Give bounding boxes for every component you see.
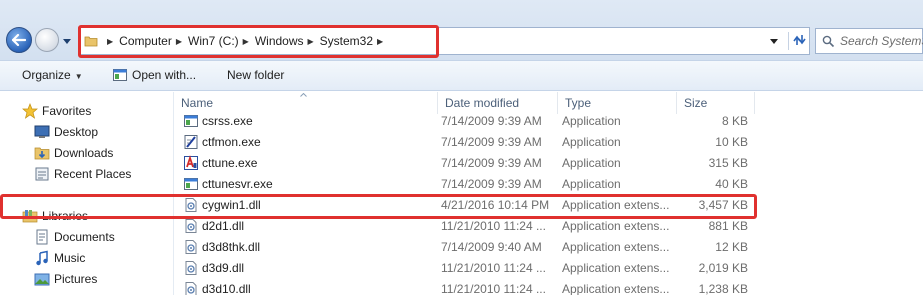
organize-button[interactable]: Organize ▼ [22,68,83,82]
file-type: Application [562,177,621,191]
ctfmon-icon [184,135,198,149]
file-type: Application extens... [562,240,670,254]
application-window-icon [113,69,127,81]
file-type: Application [562,156,621,170]
dll-icon [185,240,197,254]
organize-label: Organize [22,68,71,82]
column-header-label: Size [684,96,708,110]
column-header-label: Date modified [445,96,520,110]
address-highlight-annotation [78,25,439,58]
file-row[interactable]: d3d9.dll 11/21/2010 11:24 ... Applicatio… [174,258,755,279]
nav-item-label: Pictures [54,272,98,286]
nav-item-music[interactable]: Music [34,249,85,267]
address-bar-row: ▶ Computer ▶ Win7 (C:) ▶ Windows ▶ Syste… [0,0,923,60]
refresh-icon [793,35,806,45]
nav-item-pictures[interactable]: Pictures [34,270,97,288]
chevron-down-icon: ▼ [74,72,83,81]
file-size: 8 KB [721,114,748,128]
file-name: cttune.exe [202,156,258,170]
star-icon [22,103,38,119]
nav-item-label: Downloads [54,146,114,160]
documents-icon [36,229,48,245]
nav-item-desktop[interactable]: Desktop [34,123,98,141]
search-input[interactable] [840,32,923,50]
file-type: Application extens... [562,282,670,295]
nav-item-label: Recent Places [54,167,132,181]
file-name: cttunesvr.exe [202,177,273,191]
new-folder-label: New folder [227,68,285,82]
nav-item-downloads[interactable]: Downloads [34,144,113,162]
open-with-label: Open with... [132,68,197,82]
sort-ascending-icon [300,93,307,97]
dll-icon [185,282,197,295]
file-name: ctfmon.exe [202,135,261,149]
search-box[interactable] [815,28,923,54]
file-row[interactable]: cttunesvr.exe 7/14/2009 9:39 AM Applicat… [174,174,755,195]
open-with-button[interactable]: Open with... [113,68,196,82]
file-row[interactable]: d3d10.dll 11/21/2010 11:24 ... Applicati… [174,279,755,295]
search-icon [822,35,835,48]
nav-favorites-label: Favorites [42,104,92,118]
recent-pages-dropdown-icon[interactable] [62,36,72,46]
desktop-icon [34,125,50,138]
back-button[interactable] [6,27,32,53]
file-date: 7/14/2009 9:39 AM [441,156,542,170]
nav-item-recent-places[interactable]: Recent Places [34,165,131,183]
dll-icon [185,219,197,233]
file-date: 11/21/2010 11:24 ... [441,261,546,275]
file-date: 7/14/2009 9:39 AM [441,177,542,191]
file-name: d2d1.dll [202,219,245,233]
new-folder-button[interactable]: New folder [227,68,284,82]
file-date: 7/14/2009 9:40 AM [441,240,542,254]
column-header-label: Type [565,96,592,110]
file-size: 881 KB [708,219,748,233]
file-size: 315 KB [708,156,748,170]
downloads-icon [34,147,50,160]
recent-places-icon [35,167,49,181]
file-name: d3d10.dll [202,282,251,295]
file-row[interactable]: d2d1.dll 11/21/2010 11:24 ... Applicatio… [174,216,755,237]
exe-icon [184,178,198,190]
file-type: Application [562,114,621,128]
command-toolbar: Organize ▼ Open with... New folder [0,60,923,91]
file-size: 12 KB [715,240,748,254]
refresh-button[interactable] [788,32,806,50]
music-icon [36,250,48,266]
file-size: 40 KB [715,177,748,191]
file-name: d3d8thk.dll [202,240,261,254]
file-name: csrss.exe [202,114,253,128]
file-type: Application [562,135,621,149]
file-row[interactable]: cttune.exe 7/14/2009 9:39 AM Application… [174,153,755,174]
address-dropdown-icon[interactable] [769,37,779,45]
file-date: 11/21/2010 11:24 ... [441,282,546,295]
file-date: 7/14/2009 9:39 AM [441,114,542,128]
file-date: 7/14/2009 9:39 AM [441,135,542,149]
file-row[interactable]: csrss.exe 7/14/2009 9:39 AM Application … [174,111,755,132]
file-type: Application extens... [562,219,670,233]
file-name: d3d9.dll [202,261,245,275]
cttune-icon [184,155,198,170]
nav-item-label: Documents [54,230,115,244]
file-date: 11/21/2010 11:24 ... [441,219,546,233]
nav-item-label: Music [54,251,86,265]
forward-button[interactable] [35,28,59,52]
file-size: 10 KB [715,135,748,149]
file-row[interactable]: d3d8thk.dll 7/14/2009 9:40 AM Applicatio… [174,237,755,258]
column-header-label: Name [181,96,214,110]
nav-favorites[interactable]: Favorites [22,102,91,120]
pictures-icon [34,273,50,286]
file-size: 2,019 KB [698,261,748,275]
back-arrow-icon [12,34,26,46]
dll-icon [185,261,197,275]
file-highlight-annotation [0,194,757,219]
file-row[interactable]: ctfmon.exe 7/14/2009 9:39 AM Application… [174,132,755,153]
exe-icon [184,115,198,127]
file-size: 1,238 KB [698,282,748,295]
nav-item-label: Desktop [54,125,99,139]
nav-item-documents[interactable]: Documents [34,228,115,246]
file-type: Application extens... [562,261,670,275]
